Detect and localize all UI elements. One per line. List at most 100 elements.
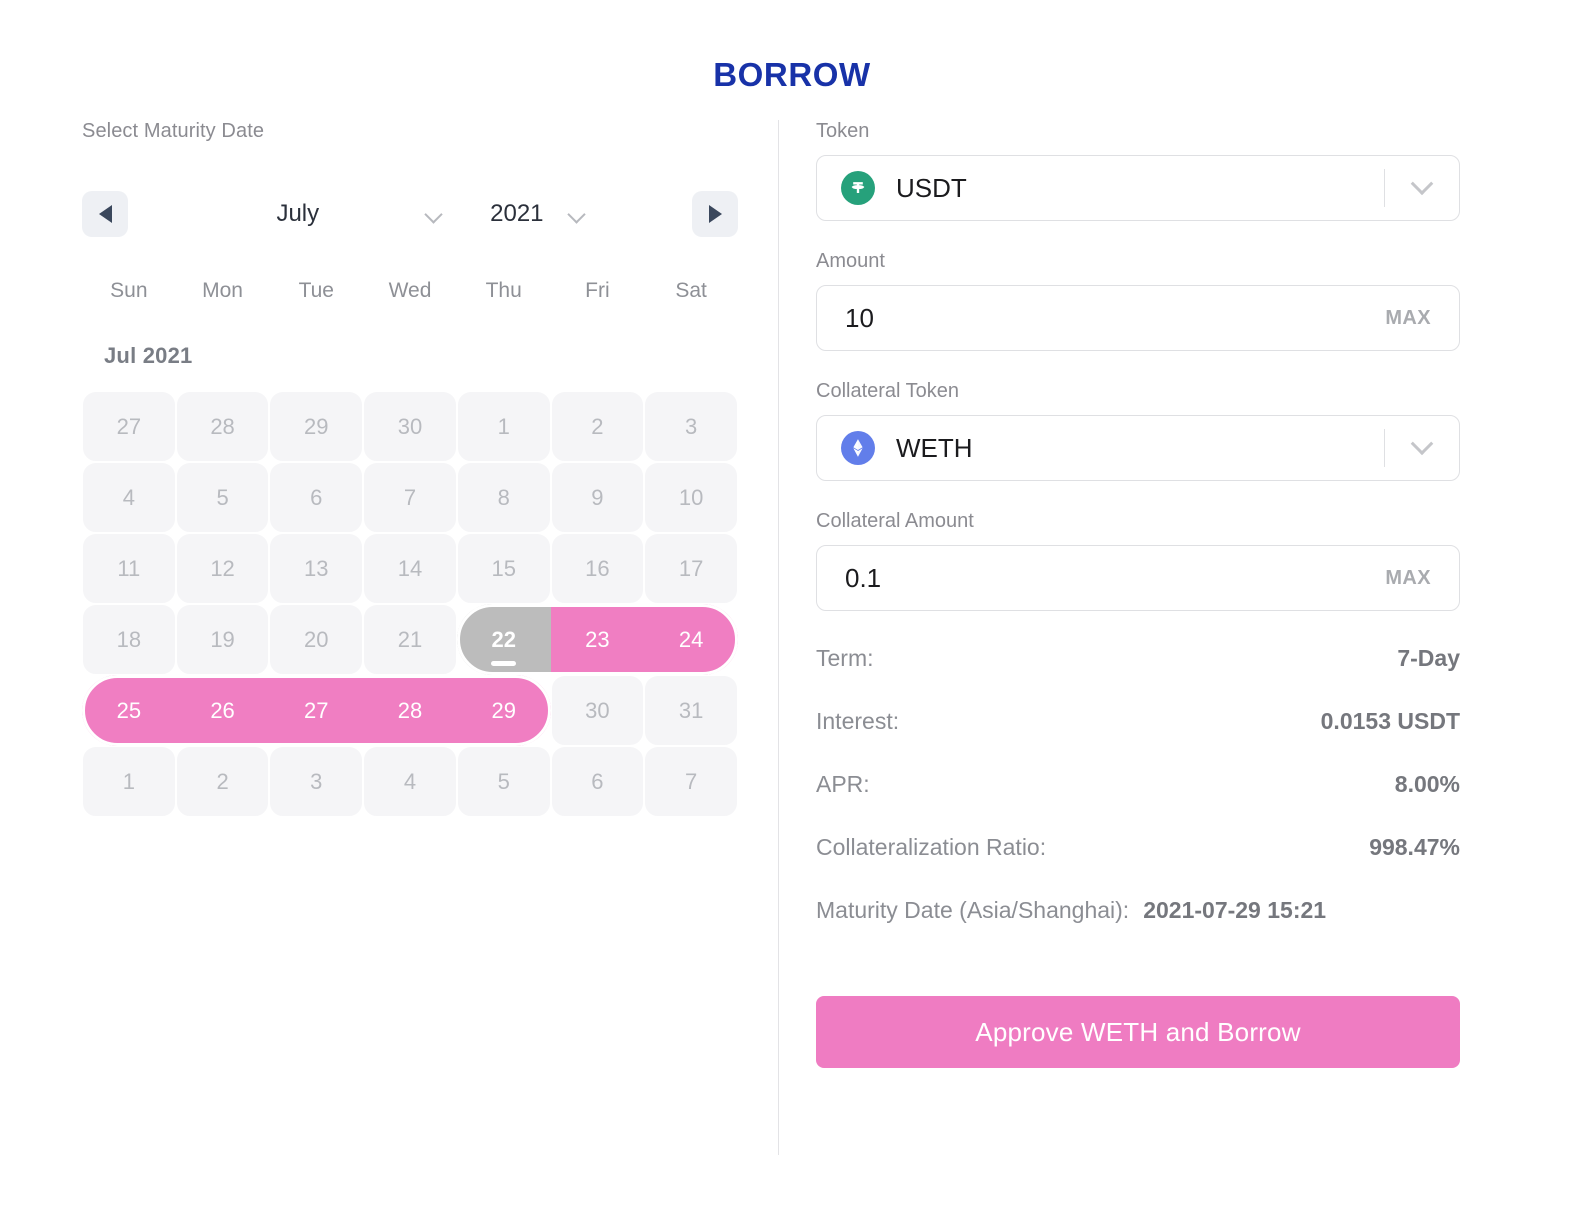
collateral-token-select[interactable]: WETH — [816, 415, 1460, 481]
calendar-day-number: 25 — [117, 698, 141, 724]
summary-row-interest: Interest: 0.0153 USDT — [816, 708, 1460, 771]
calendar-day-number: 4 — [123, 485, 135, 511]
calendar-day[interactable]: 30 — [551, 675, 645, 746]
calendar-day-number: 2 — [216, 769, 228, 795]
calendar-day[interactable]: 18 — [82, 604, 176, 675]
month-select[interactable]: July — [276, 200, 445, 228]
calendar-day[interactable]: 22 — [457, 604, 551, 675]
calendar-day-number: 26 — [210, 698, 234, 724]
token-dropdown-button[interactable] — [1385, 156, 1459, 220]
calendar-day[interactable]: 16 — [551, 533, 645, 604]
weekday-label: Sat — [644, 279, 738, 303]
calendar-day[interactable]: 14 — [363, 533, 457, 604]
calendar-day-number: 18 — [117, 627, 141, 653]
calendar-day[interactable]: 4 — [363, 746, 457, 817]
calendar-day-number: 6 — [310, 485, 322, 511]
calendar-day-number: 27 — [304, 698, 328, 724]
calendar-day[interactable]: 28 — [363, 675, 457, 746]
calendar-day[interactable]: 29 — [269, 391, 363, 462]
calendar-day-number: 20 — [304, 627, 328, 653]
summary-row-maturity: Maturity Date (Asia/Shanghai): 2021-07-2… — [816, 897, 1460, 960]
amount-label: Amount — [816, 250, 1460, 273]
calendar-day[interactable]: 4 — [82, 462, 176, 533]
calendar-day[interactable]: 1 — [457, 391, 551, 462]
calendar-day[interactable]: 27 — [82, 391, 176, 462]
next-month-button[interactable] — [692, 191, 738, 237]
calendar-day[interactable]: 23 — [551, 604, 645, 675]
weekday-label: Fri — [551, 279, 645, 303]
calendar-day[interactable]: 12 — [176, 533, 270, 604]
term-label: Term: — [816, 645, 874, 672]
calendar-day[interactable]: 3 — [269, 746, 363, 817]
calendar-day[interactable]: 1 — [82, 746, 176, 817]
calendar-day-number: 5 — [216, 485, 228, 511]
calendar-day-number: 1 — [123, 769, 135, 795]
calendar-day[interactable]: 17 — [644, 533, 738, 604]
calendar-day[interactable]: 26 — [176, 675, 270, 746]
calendar-day[interactable]: 13 — [269, 533, 363, 604]
page-title: BORROW — [0, 56, 1584, 94]
calendar-day[interactable]: 11 — [82, 533, 176, 604]
collateral-amount-input[interactable] — [845, 563, 1385, 594]
calendar-day[interactable]: 19 — [176, 604, 270, 675]
calendar-day[interactable]: 29 — [457, 675, 551, 746]
calendar-day[interactable]: 21 — [363, 604, 457, 675]
calendar-day-number: 23 — [585, 627, 609, 653]
calendar-day-number: 7 — [404, 485, 416, 511]
amount-field[interactable]: MAX — [816, 285, 1460, 351]
weekday-header: Sun Mon Tue Wed Thu Fri Sat — [82, 279, 738, 303]
term-value: 7-Day — [1397, 645, 1460, 672]
calendar-day[interactable]: 7 — [363, 462, 457, 533]
calendar-day[interactable]: 3 — [644, 391, 738, 462]
collateralization-ratio-value: 998.47% — [1369, 834, 1460, 861]
prev-month-button[interactable] — [82, 191, 128, 237]
calendar-day-number: 15 — [491, 556, 515, 582]
apr-value: 8.00% — [1395, 771, 1460, 798]
calendar-day-number: 12 — [210, 556, 234, 582]
collateral-token-dropdown-button[interactable] — [1385, 416, 1459, 480]
calendar-day[interactable]: 6 — [269, 462, 363, 533]
calendar-day[interactable]: 25 — [82, 675, 176, 746]
apr-label: APR: — [816, 771, 870, 798]
calendar-day-number: 11 — [117, 556, 140, 582]
calendar-day[interactable]: 10 — [644, 462, 738, 533]
calendar-day-number: 7 — [685, 769, 697, 795]
calendar-day[interactable]: 6 — [551, 746, 645, 817]
calendar-day[interactable]: 2 — [551, 391, 645, 462]
year-select-value: 2021 — [490, 200, 543, 228]
calendar-day[interactable]: 30 — [363, 391, 457, 462]
approve-and-borrow-button[interactable]: Approve WETH and Borrow — [816, 996, 1460, 1068]
amount-input[interactable] — [845, 303, 1385, 334]
collateral-amount-max-button[interactable]: MAX — [1385, 567, 1431, 590]
calendar-day[interactable]: 8 — [457, 462, 551, 533]
calendar-day[interactable]: 9 — [551, 462, 645, 533]
weekday-label: Mon — [176, 279, 270, 303]
amount-max-button[interactable]: MAX — [1385, 307, 1431, 330]
calendar-day[interactable]: 27 — [269, 675, 363, 746]
calendar-day[interactable]: 24 — [644, 604, 738, 675]
calendar-day-number: 30 — [398, 414, 422, 440]
collateral-amount-field[interactable]: MAX — [816, 545, 1460, 611]
interest-value: 0.0153 USDT — [1321, 708, 1460, 735]
token-select[interactable]: USDT — [816, 155, 1460, 221]
token-value: USDT — [896, 173, 1384, 204]
calendar-day[interactable]: 7 — [644, 746, 738, 817]
collateral-token-label: Collateral Token — [816, 380, 1460, 403]
calendar-grid: 2728293012345678910111213141516171819202… — [82, 391, 738, 817]
triangle-right-icon — [709, 205, 722, 223]
collateral-token-value: WETH — [896, 433, 1384, 464]
calendar-day-number: 16 — [585, 556, 609, 582]
calendar-day[interactable]: 5 — [457, 746, 551, 817]
year-select[interactable]: 2021 — [490, 200, 587, 228]
calendar-day[interactable]: 2 — [176, 746, 270, 817]
calendar-day[interactable]: 31 — [644, 675, 738, 746]
calendar-day-number: 6 — [591, 769, 603, 795]
calendar-day[interactable]: 28 — [176, 391, 270, 462]
calendar-day-number: 8 — [498, 485, 510, 511]
calendar-day[interactable]: 15 — [457, 533, 551, 604]
calendar-day-number: 14 — [398, 556, 422, 582]
borrow-page: BORROW Select Maturity Date July 2021 — [0, 0, 1584, 1224]
calendar-day[interactable]: 5 — [176, 462, 270, 533]
calendar-day[interactable]: 20 — [269, 604, 363, 675]
borrow-form-panel: Token USDT Amount MAX Collateral Token — [816, 120, 1460, 1068]
